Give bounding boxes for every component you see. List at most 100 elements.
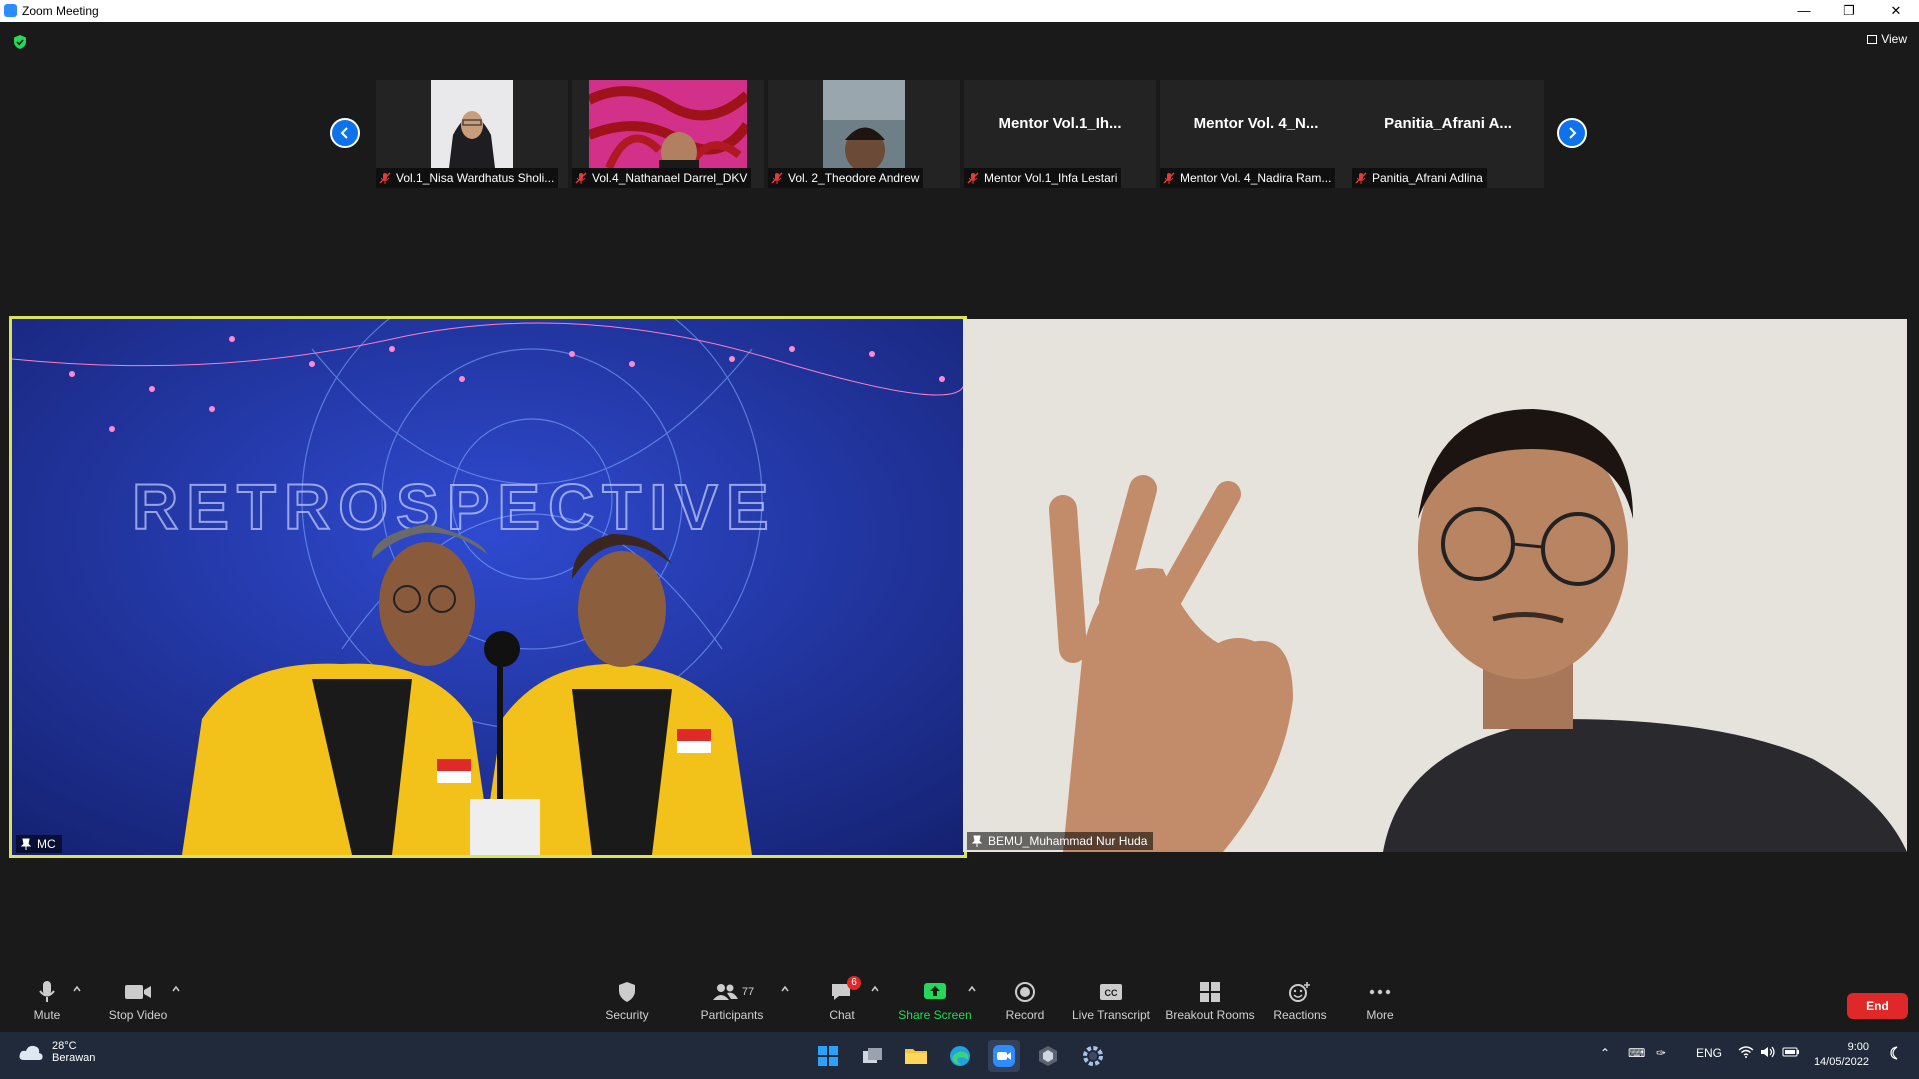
stop-video-button[interactable]: Stop Video [93,980,183,1022]
chat-label: Chat [829,1008,855,1022]
more-label: More [1366,1008,1394,1022]
participant-name: Vol.1_Nisa Wardhatus Sholi... [396,171,555,185]
participant-video-bemu[interactable]: BEMU_Muhammad Nur Huda [963,319,1907,852]
participant-thumbnail[interactable]: Vol.1_Nisa Wardhatus Sholi... [376,80,568,188]
participants-button[interactable]: 77 Participants [687,980,777,1022]
keyboard-icon[interactable]: ⌨ [1628,1046,1645,1060]
speaker-video-feed: RETROSPECTIVE [12,319,964,855]
participant-name-bar: BEMU_Muhammad Nur Huda [967,832,1154,850]
windows-start-icon[interactable] [812,1040,844,1072]
weather-temperature: 28°C [52,1040,77,1052]
participant-thumbnail[interactable]: Vol.4_Nathanael Darrel_DKV [572,80,764,188]
participant-name-bar: Panitia_Afrani Adlina [1352,168,1487,188]
more-dots-icon [1369,989,1391,995]
zoom-taskbar-icon[interactable] [988,1040,1020,1072]
meeting-toolbar: Mute Stop Video Security 77 Participants… [0,970,1919,1032]
zoom-app-icon [4,4,17,17]
reactions-label: Reactions [1273,1008,1327,1022]
chevron-right-icon [1569,127,1577,139]
security-shield-icon [619,982,635,1002]
participant-display-name: Mentor Vol.1_Ih... [998,115,1122,132]
encryption-shield-icon[interactable] [12,34,28,50]
participant-video [589,80,747,168]
live-transcript-button[interactable]: CC Live Transcript [1066,980,1156,1022]
next-page-button[interactable] [1557,118,1587,148]
mute-options-caret-icon[interactable] [72,984,82,994]
participant-name-bar: Vol.4_Nathanael Darrel_DKV [572,168,752,188]
participant-thumbnail[interactable]: Vol. 2_Theodore Andrew [768,80,960,188]
participant-name: BEMU_Muhammad Nur Huda [988,834,1148,848]
task-view-icon[interactable] [857,1040,889,1072]
pin-icon [20,838,32,850]
view-label: View [1881,32,1907,46]
share-screen-label: Share Screen [898,1008,972,1022]
previous-page-button[interactable] [330,118,360,148]
participant-name: Vol.4_Nathanael Darrel_DKV [592,171,748,185]
pin-icon [971,835,983,847]
restore-button[interactable]: ❐ [1826,0,1872,22]
speaker-name: MC [37,837,56,851]
cloud-weather-icon [19,1045,43,1060]
participant-thumbnail[interactable]: Mentor Vol.1_Ih... Mentor Vol.1_Ihfa Les… [964,80,1156,188]
participants-options-caret-icon[interactable] [780,984,790,994]
chevron-left-icon [340,127,348,139]
security-label: Security [605,1008,649,1022]
minimize-button[interactable]: — [1781,0,1827,22]
battery-icon[interactable] [1782,1046,1800,1061]
live-transcript-label: Live Transcript [1071,1008,1151,1022]
speaker-video-mc[interactable]: RETROSPECTIVE MC [9,316,967,858]
breakout-rooms-button[interactable]: Breakout Rooms [1160,980,1260,1022]
participant-name-bar: Mentor Vol.1_Ihfa Lestari [964,168,1122,188]
edge-browser-icon[interactable] [944,1040,976,1072]
chat-options-caret-icon[interactable] [870,984,880,994]
participants-icon [712,984,738,1000]
participant-video [823,80,905,168]
mic-muted-icon [967,172,979,184]
participant-thumbnail[interactable]: Panitia_Afrani A... Panitia_Afrani Adlin… [1352,80,1544,188]
chat-unread-badge: 6 [847,976,861,990]
volume-icon[interactable] [1760,1046,1776,1061]
mute-label: Mute [33,1008,61,1022]
closed-captions-icon: CC [1100,984,1122,1000]
participants-count: 77 [741,986,755,998]
more-button[interactable]: More [1335,980,1425,1022]
participant-name: Mentor Vol.1_Ihfa Lestari [984,171,1118,185]
participant-name-bar: Vol. 2_Theodore Andrew [768,168,924,188]
close-button[interactable]: ✕ [1873,0,1919,22]
participant-display-name: Mentor Vol. 4_N... [1193,115,1319,132]
video-options-caret-icon[interactable] [171,984,181,994]
mic-muted-icon [575,172,587,184]
end-meeting-button[interactable]: End [1847,993,1908,1019]
video-camera-icon [125,985,151,999]
view-button[interactable]: View [1867,32,1907,46]
view-grid-icon [1867,34,1878,44]
weather-description: Berawan [52,1052,96,1064]
language-indicator[interactable]: ENG [1696,1046,1722,1060]
pen-icon[interactable]: ✑ [1656,1046,1666,1060]
notifications-moon-icon[interactable] [1888,1046,1902,1063]
breakout-rooms-icon [1200,982,1220,1002]
record-button[interactable]: Record [980,980,1070,1022]
reactions-button[interactable]: Reactions [1255,980,1345,1022]
participant-name: Panitia_Afrani Adlina [1372,171,1483,185]
system-clock[interactable]: 9:00 14/05/2022 [1814,1040,1869,1070]
participant-name-bar: Mentor Vol. 4_Nadira Ram... [1160,168,1336,188]
svg-text:CC: CC [1105,988,1118,998]
thumbnail-strip: Vol.1_Nisa Wardhatus Sholi... Vol.4_Nath… [376,80,1544,190]
file-explorer-icon[interactable] [900,1040,932,1072]
wifi-icon[interactable] [1738,1046,1754,1061]
speaker-name-bar: MC [16,835,62,853]
weather-widget[interactable]: 28°C Berawan [18,1040,95,1064]
settings-gear-icon[interactable] [1077,1040,1109,1072]
tray-chevron-up-icon[interactable]: ⌃ [1600,1046,1610,1060]
participant-name: Vol. 2_Theodore Andrew [788,171,920,185]
share-screen-icon [924,983,946,999]
security-button[interactable]: Security [582,980,672,1022]
participant-thumbnail[interactable]: Mentor Vol. 4_N... Mentor Vol. 4_Nadira … [1160,80,1352,188]
app-taskbar-icon[interactable] [1032,1040,1064,1072]
participant-video-feed [963,319,1907,852]
stop-video-label: Stop Video [108,1008,168,1022]
participant-display-name: Panitia_Afrani A... [1384,115,1512,132]
participants-label: Participants [700,1008,764,1022]
share-options-caret-icon[interactable] [967,984,977,994]
